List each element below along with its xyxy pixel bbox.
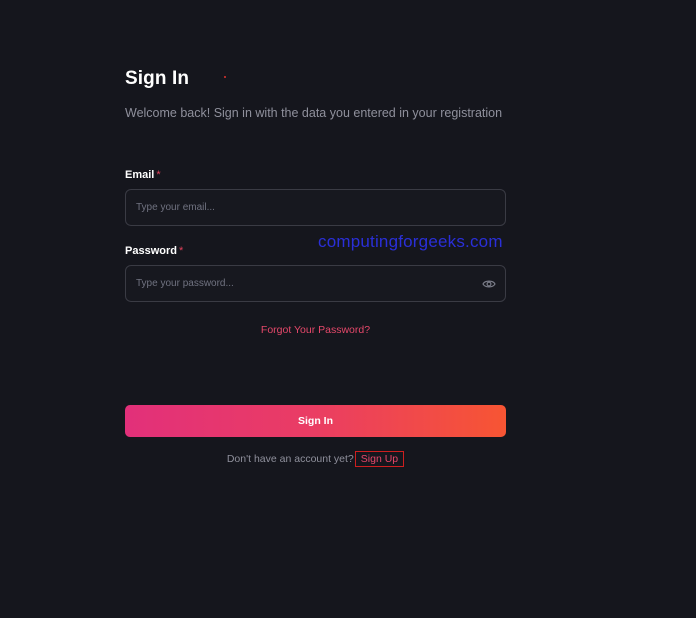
email-field-box (125, 189, 506, 226)
signup-prompt: Don't have an account yet? (226, 453, 354, 465)
password-required-mark: * (178, 245, 184, 257)
watermark-text: computingforgeeks.com (318, 232, 503, 251)
red-dot-mark (224, 76, 226, 78)
eye-icon[interactable] (482, 278, 496, 290)
password-field-box (125, 265, 506, 302)
email-label: Email * (125, 169, 161, 181)
email-required-mark: * (156, 169, 161, 181)
signup-row: Don't have an account yet? Sign Up (125, 451, 506, 467)
signup-link[interactable]: Sign Up (354, 451, 405, 467)
forgot-password-link[interactable]: Forgot Your Password? (125, 324, 506, 336)
password-label: Password * (125, 245, 183, 257)
email-label-text: Email (125, 169, 155, 181)
password-label-text: Password (125, 245, 177, 257)
email-field[interactable] (136, 190, 466, 225)
signin-button[interactable]: Sign In (125, 405, 506, 437)
signin-subtitle: Welcome back! Sign in with the data you … (125, 106, 503, 120)
signin-title: Sign In (125, 68, 190, 89)
password-field[interactable] (136, 266, 466, 301)
